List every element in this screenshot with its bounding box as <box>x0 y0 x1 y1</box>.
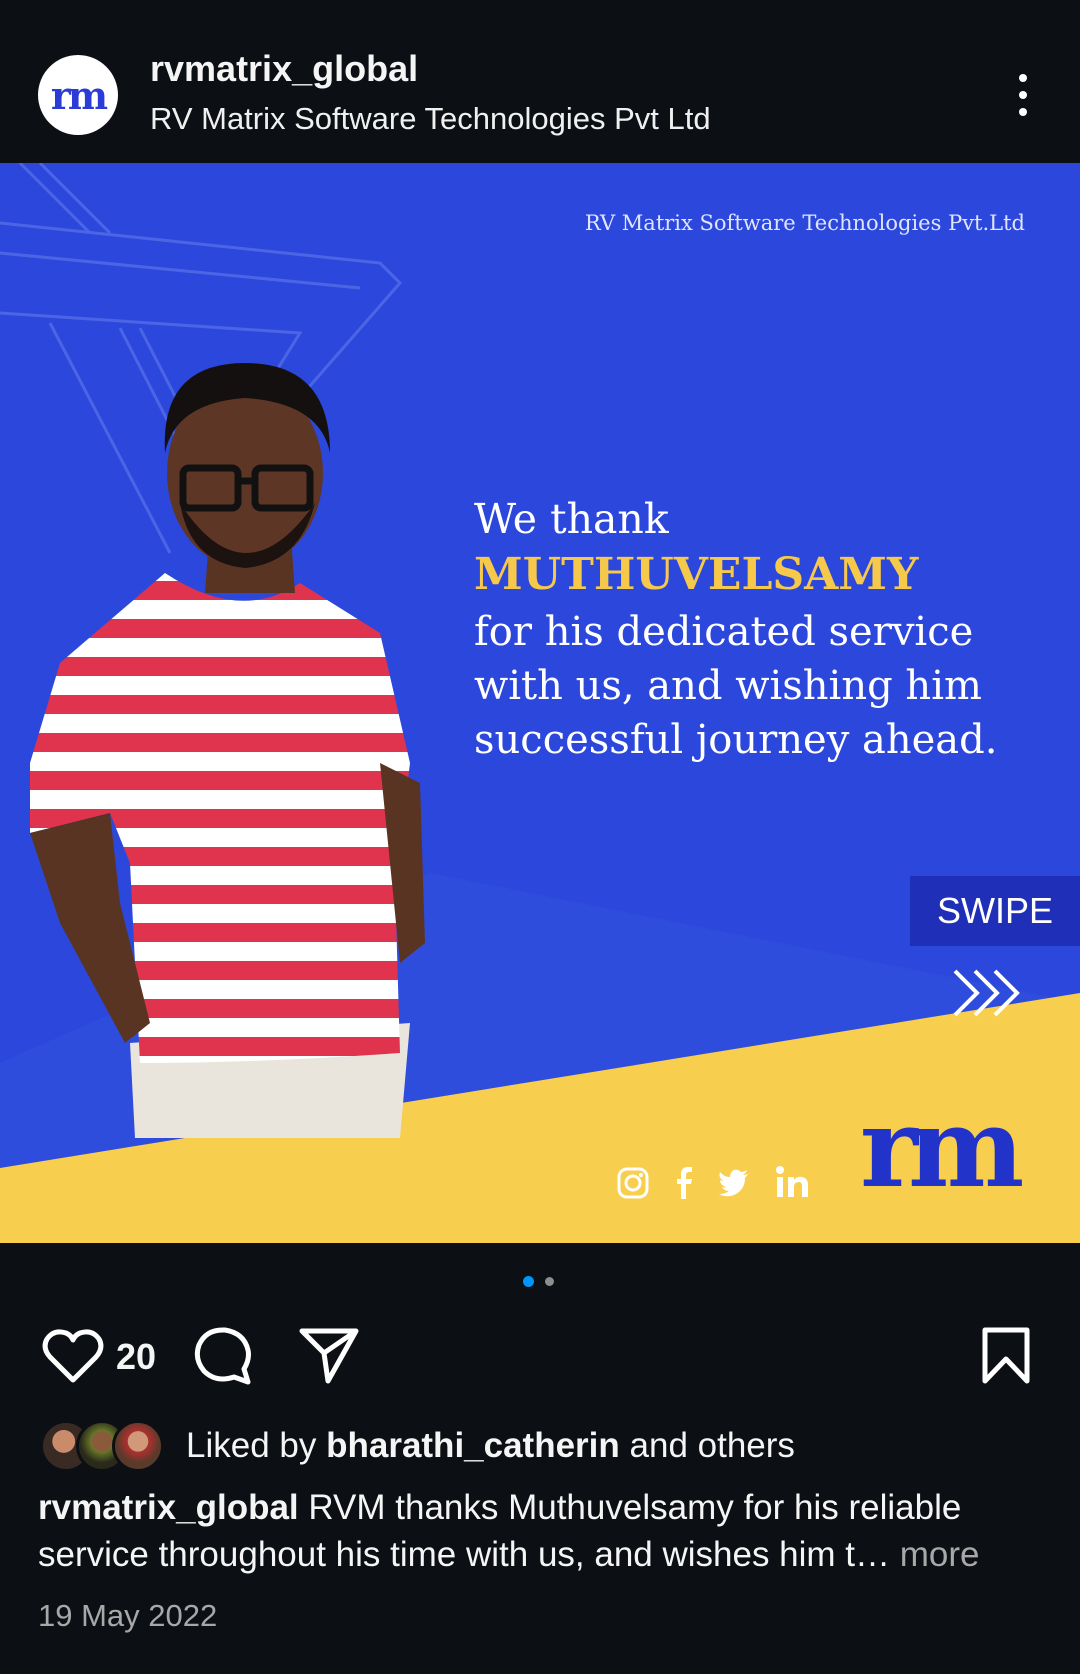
twitter-icon <box>719 1169 748 1197</box>
caption-more-link[interactable]: more <box>900 1535 980 1574</box>
post-image[interactable]: RV Matrix Software Technologies Pvt.Ltd … <box>0 163 1080 1243</box>
liker-avatar <box>112 1420 164 1472</box>
brand-logo: rm <box>860 1083 1024 1212</box>
brand-logo-small: rm <box>50 72 108 118</box>
thank-you-message: We thank MUTHUVELSAMY for his dedicated … <box>474 493 1034 767</box>
carousel-indicator <box>0 1276 1080 1288</box>
more-options-icon[interactable] <box>1003 70 1043 120</box>
like-count[interactable]: 20 <box>116 1336 156 1378</box>
instagram-icon <box>617 1167 649 1199</box>
person-photo <box>30 363 425 1138</box>
liked-by-text: Liked by bharathi_catherin and others <box>186 1426 795 1466</box>
post-header: rm rvmatrix_global RV Matrix Software Te… <box>0 0 1080 163</box>
bookmark-icon[interactable] <box>980 1326 1032 1386</box>
banner-company-name: RV Matrix Software Technologies Pvt.Ltd <box>584 211 1025 235</box>
comment-icon[interactable] <box>192 1325 254 1387</box>
chevrons-right-icon <box>953 969 1020 1017</box>
profile-avatar[interactable]: rm <box>38 55 118 135</box>
carousel-dot-active <box>523 1276 534 1287</box>
message-line-3: for his dedicated service <box>474 609 974 655</box>
carousel-dot <box>545 1277 554 1286</box>
post-date: 19 May 2022 <box>38 1598 218 1633</box>
linkedin-icon <box>776 1166 808 1197</box>
post-caption[interactable]: rvmatrix_global RVM thanks Muthuvelsamy … <box>38 1484 1048 1578</box>
liked-by-prefix: Liked by <box>186 1426 327 1465</box>
message-line-5: successful journey ahead. <box>474 717 998 763</box>
header-subtitle[interactable]: RV Matrix Software Technologies Pvt Ltd <box>150 101 711 137</box>
share-icon[interactable] <box>298 1327 360 1385</box>
swipe-label: SWIPE <box>910 876 1080 946</box>
message-line-4: with us, and wishing him <box>474 663 982 709</box>
liked-by-user[interactable]: bharathi_catherin <box>326 1426 620 1465</box>
honoree-name: MUTHUVELSAMY <box>474 549 919 600</box>
facebook-icon <box>677 1167 692 1199</box>
liked-by-row[interactable]: Liked by bharathi_catherin and others <box>40 1420 1040 1472</box>
liked-by-suffix[interactable]: and others <box>620 1426 795 1465</box>
heart-icon[interactable] <box>42 1328 104 1384</box>
header-username[interactable]: rvmatrix_global <box>150 48 418 90</box>
message-line-1: We thank <box>474 495 669 543</box>
caption-ellipsis: … <box>855 1535 900 1574</box>
caption-username[interactable]: rvmatrix_global <box>38 1488 299 1527</box>
